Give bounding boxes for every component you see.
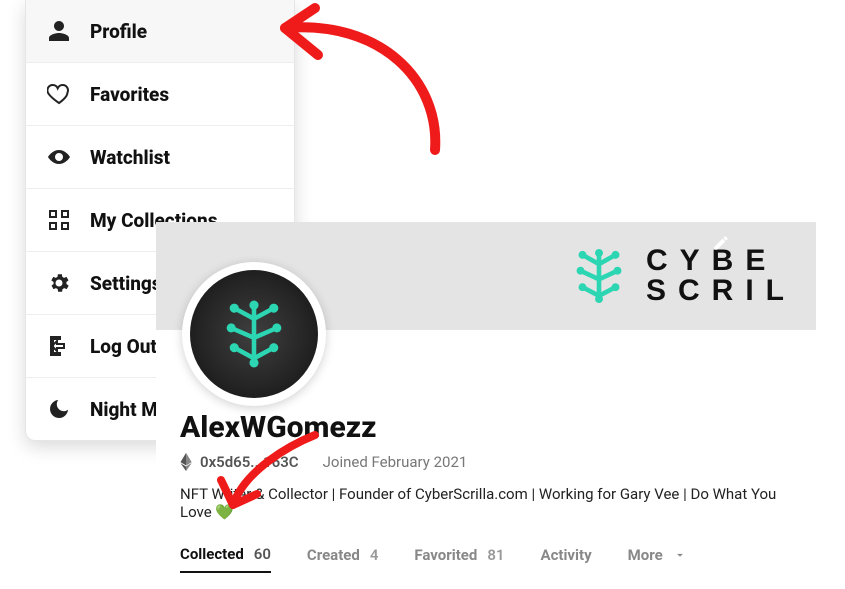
menu-label: Settings bbox=[90, 272, 162, 295]
menu-item-watchlist[interactable]: Watchlist bbox=[26, 126, 294, 189]
menu-item-profile[interactable]: Profile bbox=[26, 0, 294, 63]
tab-label: Created bbox=[307, 546, 360, 564]
tab-label: More bbox=[628, 546, 663, 564]
avatar[interactable] bbox=[182, 262, 326, 406]
tab-count: 4 bbox=[370, 546, 379, 564]
tab-label: Activity bbox=[540, 546, 591, 564]
tab-favorited[interactable]: Favorited 81 bbox=[414, 546, 504, 572]
eye-icon bbox=[46, 144, 72, 170]
joined-date: Joined February 2021 bbox=[323, 453, 468, 471]
wallet-address[interactable]: 0x5d65...163C bbox=[200, 453, 299, 471]
menu-label: Favorites bbox=[90, 83, 169, 106]
menu-label: Profile bbox=[90, 20, 147, 43]
tab-count: 60 bbox=[254, 545, 271, 563]
tab-label: Collected bbox=[180, 545, 244, 563]
cyberscrilla-logo-icon bbox=[566, 243, 632, 309]
profile-body: AlexWGomezz 0x5d65...163C Joined Februar… bbox=[156, 330, 816, 589]
avatar-image bbox=[190, 270, 318, 398]
profile-tabs: Collected 60 Created 4 Favorited 81 Acti… bbox=[180, 545, 792, 573]
chevron-down-icon bbox=[673, 548, 687, 562]
tab-more[interactable]: More bbox=[628, 546, 687, 572]
gear-icon bbox=[46, 270, 72, 296]
grid-icon bbox=[46, 207, 72, 233]
menu-label: Watchlist bbox=[90, 146, 170, 169]
menu-item-favorites[interactable]: Favorites bbox=[26, 63, 294, 126]
tab-created[interactable]: Created 4 bbox=[307, 546, 379, 572]
menu-label: Log Out bbox=[90, 335, 157, 358]
edit-banner-icon[interactable] bbox=[712, 234, 730, 257]
banner-logo: CYBE SCRIL bbox=[566, 243, 796, 309]
profile-meta: 0x5d65...163C Joined February 2021 bbox=[180, 453, 792, 471]
tab-count: 81 bbox=[487, 546, 504, 564]
tab-label: Favorited bbox=[414, 546, 477, 564]
moon-icon bbox=[46, 396, 72, 422]
profile-card: CYBE SCRIL bbox=[156, 222, 816, 589]
profile-bio: NFT Writer & Collector | Founder of Cybe… bbox=[180, 485, 792, 521]
heart-icon bbox=[46, 81, 72, 107]
tab-activity[interactable]: Activity bbox=[540, 546, 591, 572]
person-icon bbox=[46, 18, 72, 44]
banner-line2: SCRIL bbox=[646, 276, 796, 306]
ethereum-icon bbox=[180, 453, 192, 471]
tab-collected[interactable]: Collected 60 bbox=[180, 545, 271, 573]
username: AlexWGomezz bbox=[180, 410, 792, 445]
logout-icon bbox=[46, 333, 72, 359]
